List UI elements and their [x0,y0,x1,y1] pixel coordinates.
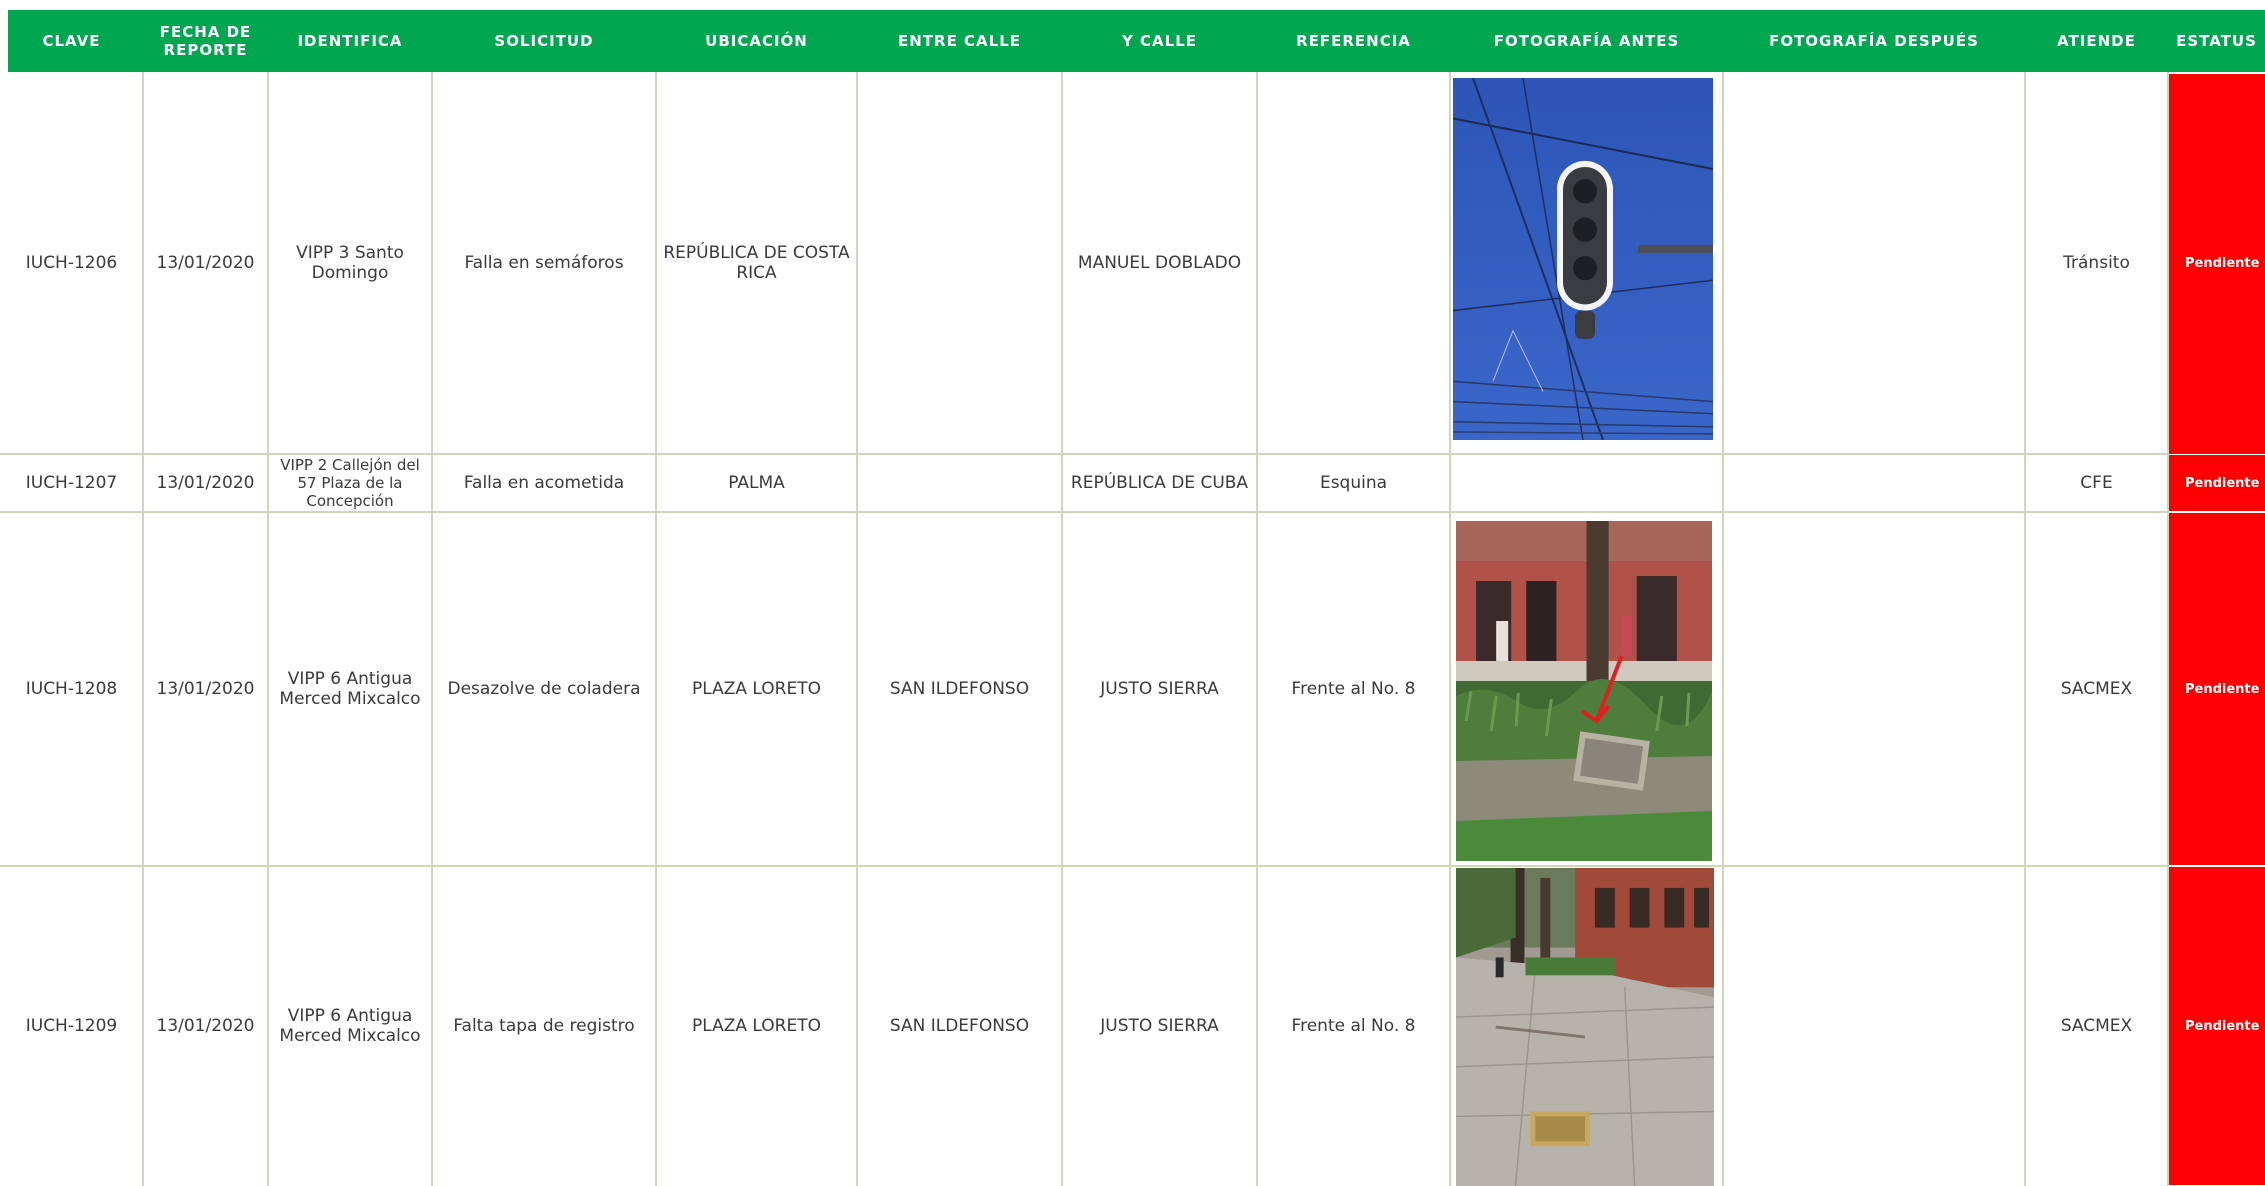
cell-fecha: 13/01/2020 [156,1016,255,1036]
cell-identifica: VIPP 6 Antigua Merced Mixcalco [279,1006,421,1046]
photo-before[interactable] [1456,868,1714,1186]
cell-ubicacion: PALMA [728,473,785,493]
cell-ubicacion: REPÚBLICA DE COSTA RICA [663,243,850,283]
cell-identifica: VIPP 2 Callejón del 57 Plaza de la Conce… [280,456,420,510]
status-badge: Pendiente [2185,1018,2260,1034]
cell-entre-calle: SAN ILDEFONSO [889,1016,1030,1036]
cell-clave: IUCH-1207 [25,473,118,493]
column-header-referencia[interactable]: REFERENCIA [1257,10,1450,72]
column-header-identifica[interactable]: IDENTIFICA [268,10,432,72]
column-header-foto-despues[interactable]: FOTOGRAFÍA DESPUÉS [1723,10,2025,72]
column-header-y-calle[interactable]: Y CALLE [1062,10,1257,72]
column-header-atiende[interactable]: ATIENDE [2025,10,2168,72]
cell-solicitud: Falla en semáforos [464,253,624,273]
cell-atiende: SACMEX [2060,1016,2133,1036]
cell-y-calle: MANUEL DOBLADO [1077,253,1242,273]
cell-ubicacion: PLAZA LORETO [692,1016,821,1036]
report-table: CLAVE FECHA DE REPORTE IDENTIFICA SOLICITUD… [0,0,2265,1186]
cell-solicitud: Falta tapa de registro [453,1016,635,1036]
cell-ubicacion: PLAZA LORETO [692,679,821,699]
cell-atiende: CFE [2080,473,2113,493]
cell-fecha: 13/01/2020 [156,253,255,273]
cell-clave: IUCH-1208 [25,679,118,699]
cell-entre-calle [857,454,1062,512]
cell-y-calle: REPÚBLICA DE CUBA [1070,473,1249,493]
cell-solicitud: Falla en acometida [463,473,625,493]
plaza-drain-photo [1456,521,1712,861]
column-header-ubicacion[interactable]: UBICACIÓN [656,10,857,72]
sidewalk-photo [1456,868,1714,1186]
cell-entre-calle: SAN ILDEFONSO [889,679,1030,699]
cell-atiende: Tránsito [2063,253,2130,273]
column-header-foto-antes[interactable]: FOTOGRAFÍA ANTES [1450,10,1723,72]
cell-referencia: Frente al No. 8 [1291,679,1416,699]
cell-identifica: VIPP 3 Santo Domingo [296,243,404,283]
traffic-light-photo [1453,78,1713,440]
column-divider [1722,72,1724,1186]
cell-solicitud: Desazolve de coladera [447,679,641,699]
cell-clave: IUCH-1206 [25,253,118,273]
column-header-solicitud[interactable]: SOLICITUD [432,10,656,72]
cell-y-calle: JUSTO SIERRA [1100,1016,1219,1036]
cell-y-calle: JUSTO SIERRA [1100,679,1219,699]
column-header-estatus[interactable]: ESTATUS [2168,10,2265,72]
column-header-clave[interactable]: CLAVE [0,10,143,72]
cell-referencia: Esquina [1319,473,1388,493]
cell-atiende: SACMEX [2060,679,2133,699]
cell-fecha: 13/01/2020 [156,679,255,699]
status-badge: Pendiente [2185,255,2260,271]
photo-before[interactable] [1456,521,1712,861]
photo-before[interactable] [1453,78,1713,440]
cell-fecha: 13/01/2020 [156,473,255,493]
column-header-entre-calle[interactable]: ENTRE CALLE [857,10,1062,72]
cell-entre-calle [857,72,1062,454]
status-badge: Pendiente [2185,475,2260,491]
column-header-fecha[interactable]: FECHA DE REPORTE [143,10,268,72]
cell-referencia [1257,72,1450,454]
status-badge: Pendiente [2185,681,2260,697]
cell-identifica: VIPP 6 Antigua Merced Mixcalco [279,669,421,709]
cell-clave: IUCH-1209 [25,1016,118,1036]
cell-referencia: Frente al No. 8 [1291,1016,1416,1036]
